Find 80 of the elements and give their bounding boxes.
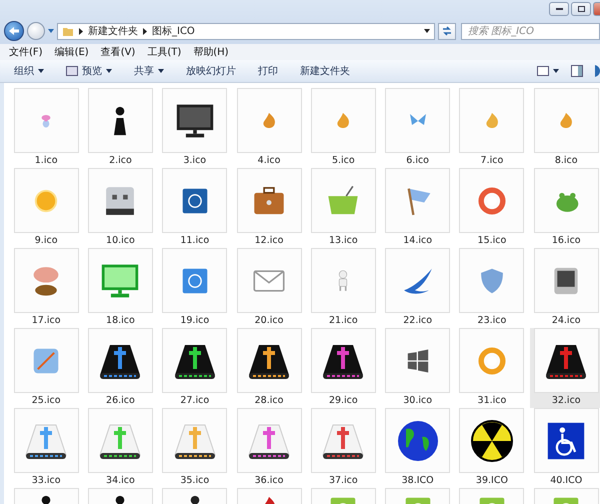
breadcrumb-item[interactable]: 图标_ICO	[152, 24, 195, 38]
toolbar-button[interactable]: 组织	[14, 64, 44, 78]
file-name: 24.ico	[552, 315, 581, 326]
minimize-icon	[556, 8, 562, 10]
file-name: 20.ico	[254, 315, 284, 326]
back-button[interactable]	[4, 21, 24, 41]
file-name: 40.ICO	[550, 475, 582, 486]
menu-item[interactable]: 查看(V)	[100, 45, 136, 59]
file-name: 29.ico	[328, 395, 358, 406]
file-name: 8.ico	[554, 155, 578, 166]
file-name: 4.ico	[258, 155, 280, 166]
file-name: 38.ICO	[402, 475, 434, 486]
address-bar[interactable]: 新建文件夹 图标_ICO	[57, 22, 435, 40]
preview-icon	[66, 66, 78, 76]
file-name: 39.ICO	[476, 475, 508, 486]
file-name: 25.ico	[32, 395, 61, 406]
file-name: 9.ico	[34, 235, 58, 246]
file-name: 5.ico	[332, 155, 355, 166]
view-button[interactable]	[537, 66, 559, 76]
dropdown-caret-icon[interactable]	[424, 29, 430, 33]
file-name: 28.ico	[254, 395, 284, 406]
file-name: 2.ico	[109, 155, 132, 166]
folder-icon	[62, 25, 74, 37]
file-name: 21.ico	[328, 315, 358, 326]
file-name: 7.ico	[480, 155, 504, 166]
breadcrumb-item[interactable]: 新建文件夹	[88, 24, 138, 38]
menu-item[interactable]: 编辑(E)	[54, 45, 89, 59]
menu-item[interactable]: 工具(T)	[147, 45, 182, 59]
file-name: 13.ico	[328, 235, 358, 246]
file-name: 30.ico	[403, 395, 432, 406]
file-name: 32.ico	[552, 395, 581, 406]
minimize-button[interactable]	[549, 2, 569, 16]
file-name: 14.ico	[403, 235, 432, 246]
file-name: 16.ico	[552, 235, 581, 246]
file-name: 22.ico	[403, 315, 432, 326]
file-name: 6.ico	[406, 155, 429, 166]
file-name: 36.ico	[254, 475, 284, 486]
file-name: 35.ico	[180, 475, 210, 486]
file-name: 31.ico	[478, 395, 506, 406]
pane-icon	[571, 65, 583, 77]
close-button[interactable]	[593, 2, 600, 16]
toolbar-button[interactable]: 打印	[258, 64, 278, 78]
file-name: 34.ico	[106, 475, 135, 486]
file-name: 18.ico	[106, 315, 135, 326]
maximize-icon	[578, 6, 584, 12]
toolbar-button[interactable]: 预览	[66, 64, 112, 78]
caret-icon	[553, 69, 559, 73]
file-name: 11.ico	[180, 235, 210, 246]
file-name: 1.ico	[34, 155, 58, 166]
file-name: 10.ico	[106, 235, 135, 246]
view-icon	[537, 66, 549, 76]
caret-icon	[106, 69, 112, 73]
toolbar-button[interactable]: 共享	[134, 64, 164, 78]
caret-icon	[38, 69, 44, 73]
caret-icon	[158, 69, 164, 73]
file-name: 37.ico	[328, 475, 358, 486]
help-icon[interactable]	[595, 65, 600, 77]
refresh-button[interactable]	[438, 22, 456, 40]
chevron-icon	[79, 28, 83, 34]
file-name: 27.ico	[180, 395, 210, 406]
toolbar-button[interactable]: 新建文件夹	[300, 64, 350, 78]
file-name: 3.ico	[183, 155, 206, 166]
file-name: 26.ico	[106, 395, 135, 406]
file-item[interactable]: 32.ico	[530, 328, 600, 408]
file-name: 12.ico	[254, 235, 284, 246]
file-name: 33.ico	[32, 475, 61, 486]
chevron-icon	[143, 28, 147, 34]
file-name: 19.ico	[180, 315, 210, 326]
file-name: 17.ico	[32, 315, 61, 326]
maximize-button[interactable]	[571, 2, 591, 16]
menu-item[interactable]: 文件(F)	[9, 45, 43, 59]
menu-item[interactable]: 帮助(H)	[193, 45, 229, 59]
preview-pane-button[interactable]	[571, 65, 583, 77]
search-field[interactable]: 搜索 图标_ICO	[461, 22, 600, 40]
toolbar-button[interactable]: 放映幻灯片	[186, 64, 236, 78]
back-arrow-icon	[9, 27, 19, 35]
file-name: 23.ico	[478, 315, 506, 326]
file-name: 15.ico	[478, 235, 506, 246]
refresh-icon	[442, 26, 452, 36]
history-dropdown-icon[interactable]	[48, 29, 54, 33]
